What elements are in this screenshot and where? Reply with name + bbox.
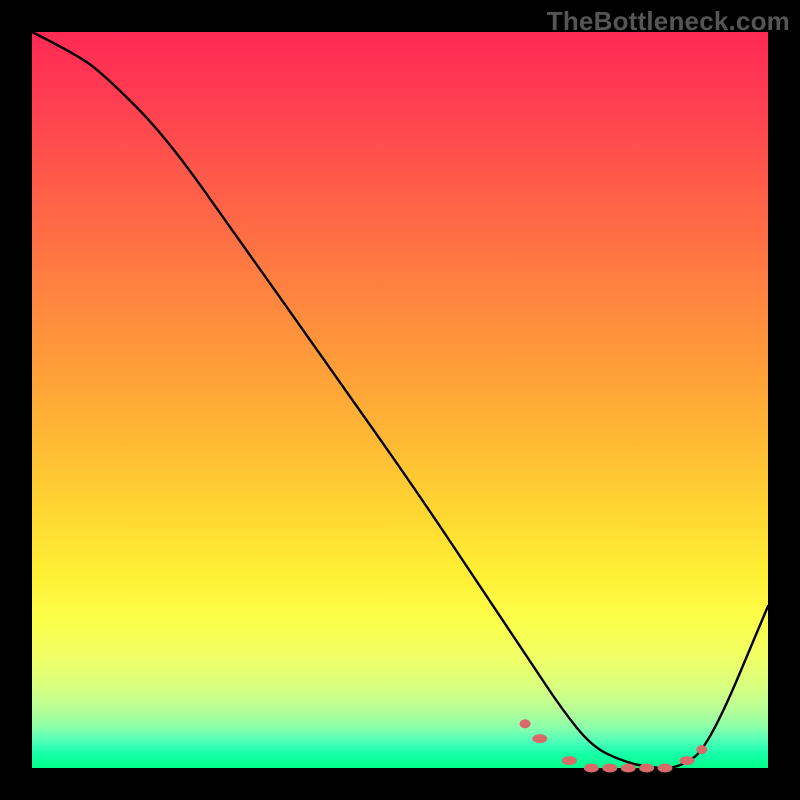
marker-dot xyxy=(602,764,617,773)
curve-svg xyxy=(32,32,768,768)
marker-dot xyxy=(658,764,673,773)
marker-dot xyxy=(562,756,577,765)
marker-dot xyxy=(520,719,531,728)
marker-dot xyxy=(680,756,695,765)
marker-dot xyxy=(584,764,599,773)
marker-dot xyxy=(696,745,707,754)
marker-dot xyxy=(532,734,547,743)
plot-area xyxy=(32,32,768,768)
chart-frame: TheBottleneck.com xyxy=(0,0,800,800)
marker-dot xyxy=(639,764,654,773)
bottleneck-curve-line xyxy=(32,32,768,768)
marker-dot xyxy=(621,764,636,773)
